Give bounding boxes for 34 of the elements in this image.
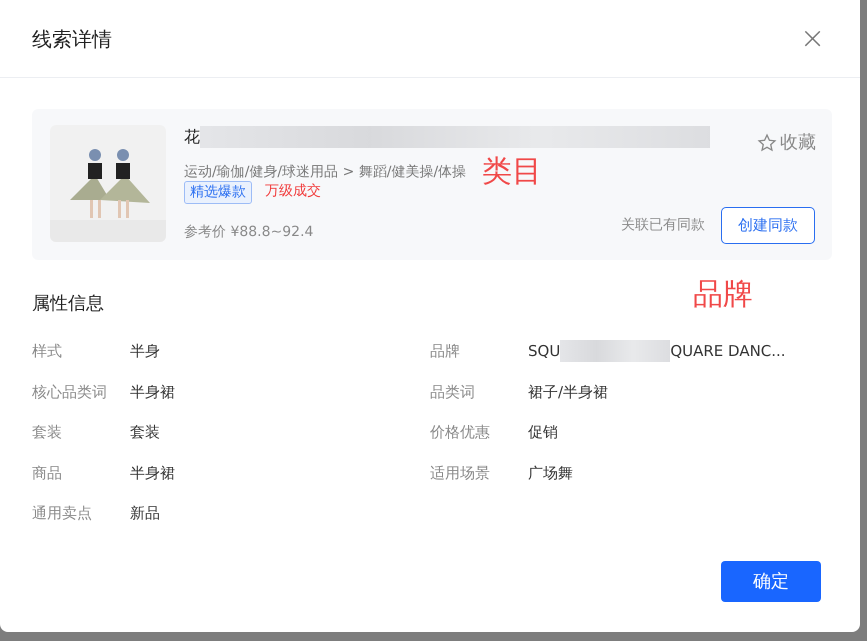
link-existing-text: 关联已有同款 — [621, 216, 705, 235]
attribute-label: 商品 — [32, 462, 63, 484]
attribute-label: 品类词 — [430, 382, 476, 402]
attribute-label: 通用卖点 — [32, 503, 93, 524]
close-button[interactable]: × — [800, 24, 824, 54]
attribute-label: 价格优惠 — [430, 422, 491, 443]
section-heading: 属性信息 — [32, 292, 104, 316]
attribute-value: 促销 — [528, 422, 558, 443]
favorite-button[interactable]: 收藏 — [757, 129, 816, 156]
dialog-title: 线索详情 — [32, 26, 112, 52]
attribute-value: 广场舞 — [528, 462, 573, 484]
product-tag: 精选爆款 — [184, 181, 252, 204]
attribute-value: 新品 — [130, 503, 160, 524]
attribute-label: 适用场景 — [430, 462, 491, 484]
attribute-value: QUARE DANC... — [670, 341, 786, 362]
attribute-value: 套装 — [130, 422, 160, 443]
product-tag: 万级成交 — [260, 181, 326, 204]
annotation-label: 类目 — [482, 157, 542, 187]
attribute-value: 半身 — [130, 341, 160, 362]
confirm-button[interactable]: 确定 — [721, 561, 821, 602]
product-title: 花 — [184, 126, 200, 148]
attribute-label: 样式 — [32, 341, 63, 362]
attribute-value: 半身裙 — [130, 462, 175, 484]
create-same-button[interactable]: 创建同款 — [721, 207, 815, 244]
annotation-label: 品牌 — [693, 280, 753, 310]
attribute-label: 品牌 — [430, 341, 461, 362]
reference-price: 参考价 ¥88.8~92.4 — [184, 224, 314, 240]
attribute-value: 半身裙 — [130, 382, 175, 402]
attribute-value: 裙子/半身裙 — [528, 382, 608, 402]
attribute-label: 核心品类词 — [32, 382, 108, 402]
attribute-value: SQU — [528, 341, 560, 362]
attribute-label: 套装 — [32, 422, 63, 443]
category-path: 运动/瑜伽/健身/球迷用品 > 舞蹈/健美操/体操 — [184, 162, 466, 182]
star-icon — [757, 132, 777, 152]
